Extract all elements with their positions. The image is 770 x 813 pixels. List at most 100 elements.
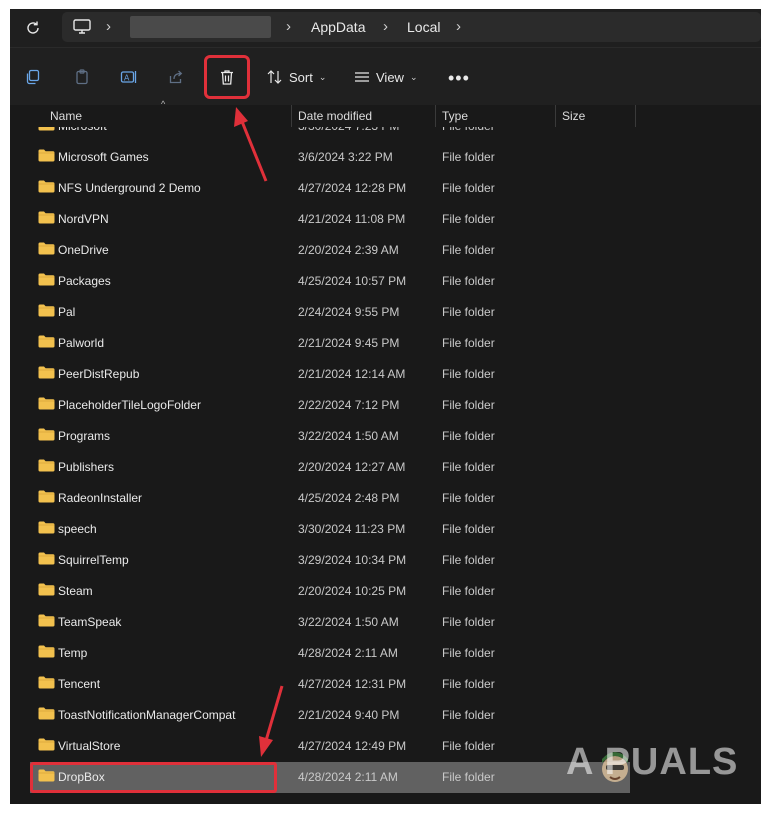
file-date-modified: 2/24/2024 9:55 PM <box>298 305 400 319</box>
copy-button[interactable] <box>19 63 47 91</box>
file-date-modified: 3/22/2024 1:50 AM <box>298 429 399 443</box>
rename-button[interactable]: A <box>115 63 143 91</box>
file-name: OneDrive <box>58 243 109 257</box>
file-type: File folder <box>442 615 495 629</box>
paste-button[interactable] <box>68 63 96 91</box>
file-row[interactable]: NordVPN 4/21/2024 11:08 PM File folder <box>30 204 630 235</box>
breadcrumb-local[interactable]: Local <box>407 19 440 35</box>
file-date-modified: 2/21/2024 9:40 PM <box>298 708 400 722</box>
column-name[interactable]: Name <box>44 105 292 127</box>
file-name: NordVPN <box>58 212 109 226</box>
file-row[interactable]: Packages 4/25/2024 10:57 PM File folder <box>30 266 630 297</box>
folder-icon <box>38 273 55 286</box>
file-row[interactable]: Temp 4/28/2024 2:11 AM File folder <box>30 638 630 669</box>
column-date-modified[interactable]: Date modified <box>292 105 436 127</box>
breadcrumb-appdata[interactable]: AppData <box>311 19 365 35</box>
view-label: View <box>376 69 404 85</box>
folder-icon <box>38 645 55 658</box>
file-name: PeerDistRepub <box>58 367 140 381</box>
file-date-modified: 3/6/2024 3:22 PM <box>298 150 393 164</box>
file-type: File folder <box>442 491 495 505</box>
file-date-modified: 4/21/2024 11:08 PM <box>298 212 406 226</box>
file-name: VirtualStore <box>58 739 121 753</box>
folder-icon <box>38 149 55 162</box>
more-options-button[interactable]: ••• <box>448 68 470 89</box>
file-date-modified: 2/21/2024 12:14 AM <box>298 367 406 381</box>
file-row[interactable]: OneDrive 2/20/2024 2:39 AM File folder <box>30 235 630 266</box>
folder-icon <box>38 366 55 379</box>
pc-icon <box>73 19 91 34</box>
folder-icon <box>38 676 55 689</box>
file-name: speech <box>58 522 97 536</box>
file-date-modified: 3/30/2024 7:23 PM <box>298 127 399 133</box>
folder-icon <box>38 127 55 131</box>
file-row[interactable]: PeerDistRepub 2/21/2024 12:14 AM File fold… <box>30 359 630 390</box>
rename-icon: A <box>120 71 137 83</box>
share-button[interactable] <box>162 63 190 91</box>
file-row[interactable]: VirtualStore 4/27/2024 12:49 PM File folde… <box>30 731 630 762</box>
column-header: ^ Name Date modified Type Size <box>10 99 761 127</box>
share-icon <box>169 70 183 84</box>
folder-icon <box>38 242 55 255</box>
column-type[interactable]: Type <box>436 105 556 127</box>
file-type: File folder <box>442 181 495 195</box>
file-list: Microsoft3/30/2024 7:23 PMFile folder Mic… <box>10 127 761 804</box>
file-row[interactable]: Pal 2/24/2024 9:55 PM File folder <box>30 297 630 328</box>
file-row[interactable]: speech 3/30/2024 11:23 PM File folder <box>30 514 630 545</box>
file-row[interactable]: Microsoft 3/30/2024 7:23 PM File folder <box>30 127 630 142</box>
file-name: Packages <box>58 274 111 288</box>
file-row[interactable]: TeamSpeak 3/22/2024 1:50 AM File folder <box>30 607 630 638</box>
file-row[interactable]: Programs 3/22/2024 1:50 AM File folder <box>30 421 630 452</box>
sort-icon <box>267 70 282 84</box>
folder-icon <box>38 614 55 627</box>
file-row[interactable]: Steam 2/20/2024 10:25 PM File folder <box>30 576 630 607</box>
file-type: File folder <box>442 336 495 350</box>
folder-icon <box>38 738 55 751</box>
file-row[interactable]: Palworld 2/21/2024 9:45 PM File folder <box>30 328 630 359</box>
file-date-modified: 3/29/2024 10:34 PM <box>298 553 407 567</box>
file-name: TeamSpeak <box>58 615 122 629</box>
file-type: File folder <box>442 212 495 226</box>
file-name: RadeonInstaller <box>58 491 143 505</box>
file-date-modified: 4/25/2024 10:57 PM <box>298 274 407 288</box>
file-date-modified: 2/20/2024 2:39 AM <box>298 243 399 257</box>
file-type: File folder <box>442 398 495 412</box>
view-icon <box>355 72 369 82</box>
file-type: File folder <box>442 553 495 567</box>
file-name: Microsoft Games <box>58 150 149 164</box>
file-name: Steam <box>58 584 93 598</box>
chevron-right-icon: › <box>106 18 111 35</box>
file-row[interactable]: SquirrelTemp 3/29/2024 10:34 PM File folde… <box>30 545 630 576</box>
file-type: File folder <box>442 367 495 381</box>
watermark-text: A PUALS <box>566 741 739 783</box>
file-row[interactable]: Publishers 2/20/2024 12:27 AM File folder <box>30 452 630 483</box>
file-row[interactable]: ToastNotificationManagerCompat 2/21/2024 … <box>30 700 630 731</box>
folder-icon <box>38 707 55 720</box>
file-name: Programs <box>58 429 111 443</box>
address-bar[interactable]: › › AppData › Local › <box>62 12 761 42</box>
folder-icon <box>38 211 55 224</box>
file-row[interactable]: Microsoft Games 3/6/2024 3:22 PM File fold… <box>30 142 630 173</box>
file-type: File folder <box>442 274 495 288</box>
sort-button[interactable]: Sort ⌄ <box>267 64 326 90</box>
file-type: File folder <box>442 243 495 257</box>
folder-icon <box>38 459 55 472</box>
view-button[interactable]: View ⌄ <box>354 64 418 90</box>
file-name: Pal <box>58 305 76 319</box>
file-type: File folder <box>442 646 495 660</box>
delete-highlight <box>204 55 250 99</box>
refresh-button[interactable] <box>20 15 46 41</box>
file-name: NFS Underground 2 Demo <box>58 181 201 195</box>
sort-label: Sort <box>289 69 313 85</box>
breadcrumb-hidden-user[interactable] <box>130 16 271 38</box>
file-row[interactable]: Tencent 4/27/2024 12:31 PM File folder <box>30 669 630 700</box>
file-name: Tencent <box>58 677 101 691</box>
refresh-icon <box>27 21 39 34</box>
file-row[interactable]: PlaceholderTileLogoFolder 2/22/2024 7:12 … <box>30 390 630 421</box>
chevron-down-icon: ⌄ <box>318 71 327 82</box>
file-date-modified: 2/22/2024 7:12 PM <box>298 398 400 412</box>
file-row[interactable]: NFS Underground 2 Demo 4/27/2024 12:28 PM… <box>30 173 630 204</box>
file-name: ToastNotificationManagerCompat <box>58 708 236 722</box>
column-size[interactable]: Size <box>556 105 636 127</box>
file-row[interactable]: RadeonInstaller 4/25/2024 2:48 PM File fol… <box>30 483 630 514</box>
